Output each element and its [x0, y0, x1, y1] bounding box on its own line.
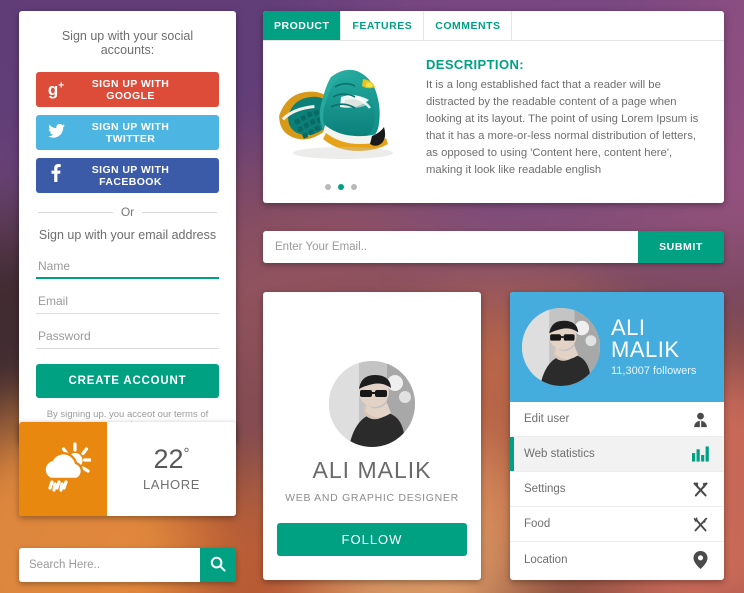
signup-facebook-button[interactable]: SIGN UP WITH FACEBOOK — [36, 158, 219, 193]
menu-item-edit-user[interactable]: Edit user — [510, 402, 724, 437]
cutlery-icon — [690, 516, 710, 533]
signup-google-label: SIGN UP WITH GOOGLE — [91, 77, 170, 102]
avatar — [522, 308, 600, 386]
tab-product[interactable]: PRODUCT — [263, 11, 342, 40]
menu-followers-count: 11,3007 followers — [611, 365, 697, 378]
profile-name: ALI MALIK — [312, 457, 432, 483]
signup-twitter-button[interactable]: SIGN UP WITH TWITTER — [36, 115, 219, 150]
weather-icon-panel — [19, 422, 107, 516]
weather-info: 22° LAHORE — [107, 422, 236, 516]
menu-user-info: ALI MALIK 11,3007 followers — [611, 314, 712, 378]
google-plus-icon: g+ — [47, 79, 65, 99]
weather-widget: 22° LAHORE — [19, 422, 236, 516]
email-input[interactable] — [36, 289, 219, 314]
menu-user-name-line1: ALI — [611, 314, 646, 340]
newsletter-email-input[interactable] — [263, 231, 638, 263]
map-pin-icon — [690, 550, 710, 569]
profile-role: WEB AND GRAPHIC DESIGNER — [285, 492, 459, 504]
carousel-dot-3[interactable] — [350, 184, 357, 190]
newsletter-submit-button[interactable]: SUBMIT — [638, 231, 724, 263]
user-menu-card: ALI MALIK 11,3007 followers Edit user We… — [510, 292, 724, 580]
menu-item-food[interactable]: Food — [510, 507, 724, 542]
carousel-dots — [324, 184, 357, 190]
description-title: DESCRIPTION: — [426, 57, 524, 72]
signup-social-title: Sign up with your social accounts: — [61, 29, 194, 57]
product-tabs: PRODUCT FEATURES COMMENTS — [263, 11, 724, 41]
page-root: Sign up with your social accounts: g+ SI… — [0, 0, 744, 593]
create-account-button[interactable]: CREATE ACCOUNT — [36, 364, 219, 398]
profile-card: ALI MALIK WEB AND GRAPHIC DESIGNER FOLLO… — [263, 292, 481, 580]
menu-header: ALI MALIK 11,3007 followers — [510, 292, 724, 402]
twitter-bird-icon — [36, 123, 76, 143]
bar-chart-icon — [690, 446, 710, 462]
menu-item-settings[interactable]: Settings — [510, 472, 724, 507]
menu-user-name: ALI MALIK — [611, 314, 712, 362]
search-icon — [210, 556, 226, 575]
menu-item-label: Food — [524, 518, 551, 530]
product-image — [263, 47, 418, 202]
signup-card: Sign up with your social accounts: g+ SI… — [19, 11, 236, 443]
user-icon — [690, 411, 710, 428]
menu-item-label: Settings — [524, 483, 566, 495]
tools-icon — [690, 481, 710, 498]
search-bar — [19, 548, 236, 582]
password-input[interactable] — [36, 324, 219, 349]
signup-google-button[interactable]: g+ SIGN UP WITH GOOGLE — [36, 72, 219, 107]
product-card: PRODUCT FEATURES COMMENTS DESCRIPTION: I… — [263, 11, 724, 203]
product-body: DESCRIPTION: It is a long established fa… — [263, 41, 724, 202]
tab-features[interactable]: FEATURES — [341, 11, 425, 40]
menu-item-label: Web statistics — [524, 448, 595, 460]
description-text: It is a long established fact that a rea… — [426, 79, 699, 176]
newsletter-bar: SUBMIT — [263, 231, 724, 263]
menu-item-label: Location — [524, 553, 568, 566]
menu-item-location[interactable]: Location — [510, 542, 724, 577]
or-label: Or — [120, 205, 135, 219]
signup-facebook-label: SIGN UP WITH FACEBOOK — [91, 163, 170, 188]
weather-city: LAHORE — [142, 477, 201, 492]
facebook-f-icon — [36, 164, 76, 187]
name-input[interactable] — [36, 254, 219, 279]
sun-cloud-rain-icon — [35, 441, 92, 498]
tab-comments[interactable]: COMMENTS — [424, 11, 513, 40]
menu-user-name-line2: MALIK — [611, 337, 680, 362]
or-divider: Or — [38, 205, 217, 219]
signup-twitter-label: SIGN UP WITH TWITTER — [91, 120, 170, 145]
search-input[interactable] — [19, 548, 200, 582]
signup-email-title: Sign up with your email address — [38, 228, 217, 242]
menu-item-web-statistics[interactable]: Web statistics — [510, 437, 724, 472]
divider-line-right — [142, 211, 217, 213]
avatar — [326, 358, 418, 450]
carousel-dot-2[interactable] — [337, 184, 344, 190]
carousel-dot-1[interactable] — [324, 184, 331, 190]
search-button[interactable] — [200, 548, 236, 582]
divider-line-left — [38, 211, 113, 213]
product-description: DESCRIPTION: It is a long established fa… — [418, 47, 724, 202]
menu-item-label: Edit user — [524, 413, 570, 425]
weather-temperature: 22° — [153, 444, 190, 474]
follow-button[interactable]: FOLLOW — [277, 523, 467, 556]
